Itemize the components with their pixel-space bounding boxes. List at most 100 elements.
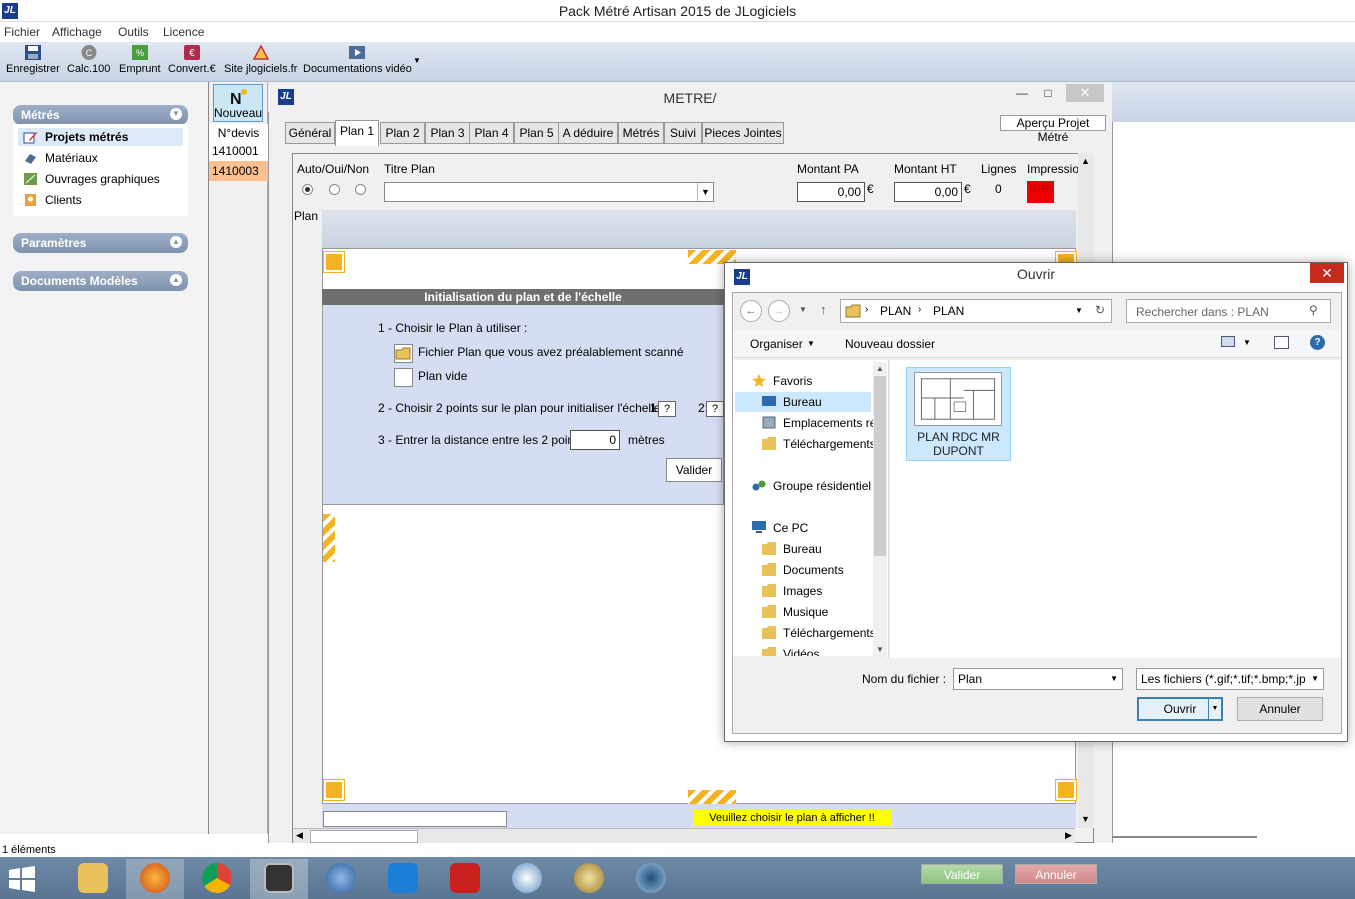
nav-images[interactable]: Images: [762, 581, 822, 601]
nav-scroll-thumb[interactable]: [874, 376, 886, 556]
taskbar-app[interactable]: [250, 859, 308, 899]
distance-field[interactable]: 0: [570, 430, 620, 450]
taskbar-paint[interactable]: [560, 859, 618, 899]
corner-handle[interactable]: [323, 251, 345, 273]
address-dropdown-icon[interactable]: ▼: [1075, 306, 1083, 315]
tab-general[interactable]: Général: [285, 122, 335, 144]
nav-bureau[interactable]: Bureau: [762, 539, 822, 559]
sidebar-item-clients[interactable]: Clients: [18, 191, 183, 209]
windows-start-icon[interactable]: [8, 866, 36, 895]
back-icon[interactable]: ←: [740, 300, 762, 322]
corner-handle[interactable]: [1055, 779, 1077, 801]
dialog-search-input[interactable]: Rechercher dans : PLAN: [1126, 299, 1331, 323]
refresh-icon[interactable]: ↻: [1095, 303, 1105, 317]
tab-metres[interactable]: Métrés: [618, 122, 664, 144]
taskbar-cancel-button[interactable]: Annuler: [1015, 864, 1097, 884]
tab-plan4[interactable]: Plan 4: [469, 122, 514, 144]
nav-musique[interactable]: Musique: [762, 602, 828, 622]
edge-handle[interactable]: [323, 514, 335, 562]
new-folder-button[interactable]: Nouveau dossier: [845, 337, 935, 351]
scroll-down-icon[interactable]: ▼: [876, 645, 884, 654]
video-doc-button[interactable]: Documentations vidéo: [303, 44, 412, 75]
impression-badge[interactable]: NGN: [1027, 181, 1054, 203]
titre-plan-select[interactable]: ▼: [384, 182, 714, 202]
help-icon[interactable]: ?: [1310, 335, 1325, 350]
sidebar-item-projets[interactable]: Projets métrés: [18, 128, 183, 146]
toolbar-overflow-icon[interactable]: ▼: [413, 56, 421, 65]
menu-outils[interactable]: Outils: [118, 25, 149, 39]
tab-plan2[interactable]: Plan 2: [380, 122, 425, 144]
tab-a-deduire[interactable]: A déduire: [558, 122, 618, 144]
forward-icon[interactable]: →: [768, 300, 790, 322]
cancel-button[interactable]: Annuler: [1237, 697, 1323, 721]
point2-button[interactable]: ?: [706, 401, 724, 417]
breadcrumb-item[interactable]: PLAN: [933, 304, 964, 318]
taskbar-eye[interactable]: [622, 859, 680, 899]
open-plan-file-button[interactable]: [394, 344, 413, 363]
up-icon[interactable]: ↑: [820, 302, 827, 317]
sidebar-item-materiaux[interactable]: Matériaux: [18, 149, 183, 167]
address-bar[interactable]: › PLAN › PLAN ▼ ↻: [840, 299, 1112, 323]
expand-icon[interactable]: ▲: [170, 274, 182, 286]
minimize-icon[interactable]: —: [1008, 86, 1036, 102]
save-button[interactable]: Enregistrer: [6, 44, 60, 75]
scroll-left-icon[interactable]: ◀: [296, 830, 303, 841]
nav-documents[interactable]: Documents: [762, 560, 844, 580]
edge-handle[interactable]: [688, 790, 736, 804]
nav-ce-pc[interactable]: Ce PC: [752, 518, 808, 538]
horizontal-scroll-thumb[interactable]: [310, 830, 418, 843]
validate-init-button[interactable]: Valider: [666, 458, 722, 482]
taskbar-explorer[interactable]: [64, 859, 122, 899]
close-icon[interactable]: ✕: [1066, 84, 1104, 102]
open-button[interactable]: Ouvrir ▼: [1137, 697, 1223, 721]
sidebar-item-ouvrages[interactable]: Ouvrages graphiques: [18, 170, 183, 188]
tab-pieces-jointes[interactable]: Pieces Jointes: [702, 122, 784, 144]
scroll-up-icon[interactable]: ▲: [1081, 156, 1090, 166]
chevron-down-icon[interactable]: ▼: [1243, 338, 1251, 347]
radio-oui[interactable]: [329, 184, 340, 195]
maximize-icon[interactable]: □: [1034, 86, 1062, 102]
nav-emplacements[interactable]: Emplacements ré: [762, 413, 876, 433]
scroll-right-icon[interactable]: ▶: [1065, 830, 1072, 841]
nav-groupe[interactable]: Groupe résidentiel: [752, 476, 871, 496]
point1-button[interactable]: ?: [658, 401, 676, 417]
taskbar-firefox[interactable]: [126, 859, 184, 899]
collapse-icon[interactable]: ▼: [170, 108, 182, 120]
devis-row-selected[interactable]: 1410003: [209, 161, 268, 181]
tab-plan1[interactable]: Plan 1: [335, 120, 379, 146]
taskbar-acrobat[interactable]: [436, 859, 494, 899]
open-dropdown-icon[interactable]: ▼: [1208, 699, 1221, 719]
taskbar-search[interactable]: [498, 859, 556, 899]
montant-ht-field[interactable]: 0,00: [894, 182, 962, 202]
scroll-down-icon[interactable]: ▼: [1081, 814, 1090, 824]
corner-handle[interactable]: [323, 779, 345, 801]
website-button[interactable]: Site jlogiciels.fr: [224, 44, 297, 75]
filetype-select[interactable]: Les fichiers (*.gif;*.tif;*.bmp;*.jp ▼: [1136, 668, 1324, 690]
menu-fichier[interactable]: Fichier: [4, 25, 40, 39]
nav-telechargements-pc[interactable]: Téléchargements: [762, 623, 876, 643]
tab-plan5[interactable]: Plan 5: [514, 122, 559, 144]
menu-licence[interactable]: Licence: [163, 25, 204, 39]
breadcrumb-item[interactable]: PLAN: [880, 304, 911, 318]
tab-suivi[interactable]: Suivi: [664, 122, 702, 144]
plan-footer-field[interactable]: [323, 811, 507, 827]
taskbar-chrome[interactable]: [188, 859, 246, 899]
montant-pa-field[interactable]: 0,00: [797, 182, 865, 202]
section-documents[interactable]: Documents Modèles ▲: [13, 271, 188, 291]
apercu-projet-button[interactable]: Aperçu Projet Métré: [1000, 115, 1106, 144]
organiser-button[interactable]: Organiser: [750, 337, 803, 351]
view-options-icon[interactable]: [1221, 336, 1235, 347]
dialog-close-icon[interactable]: ✕: [1310, 263, 1344, 283]
preview-pane-icon[interactable]: [1274, 336, 1289, 349]
menu-affichage[interactable]: Affichage: [52, 25, 102, 39]
convert-button[interactable]: € Convert.€: [168, 44, 216, 75]
nav-favoris[interactable]: Favoris: [752, 371, 812, 391]
radio-auto[interactable]: [302, 184, 313, 195]
section-parametres[interactable]: Paramètres ▲: [13, 233, 188, 253]
chevron-down-icon[interactable]: ▼: [1311, 674, 1319, 683]
taskbar-thunderbird[interactable]: [312, 859, 370, 899]
taskbar-validate-button[interactable]: Valider: [921, 864, 1003, 884]
empty-plan-button[interactable]: [394, 368, 413, 387]
devis-row[interactable]: 1410001: [209, 141, 268, 161]
new-devis-button[interactable]: N Nouveau: [213, 84, 263, 122]
